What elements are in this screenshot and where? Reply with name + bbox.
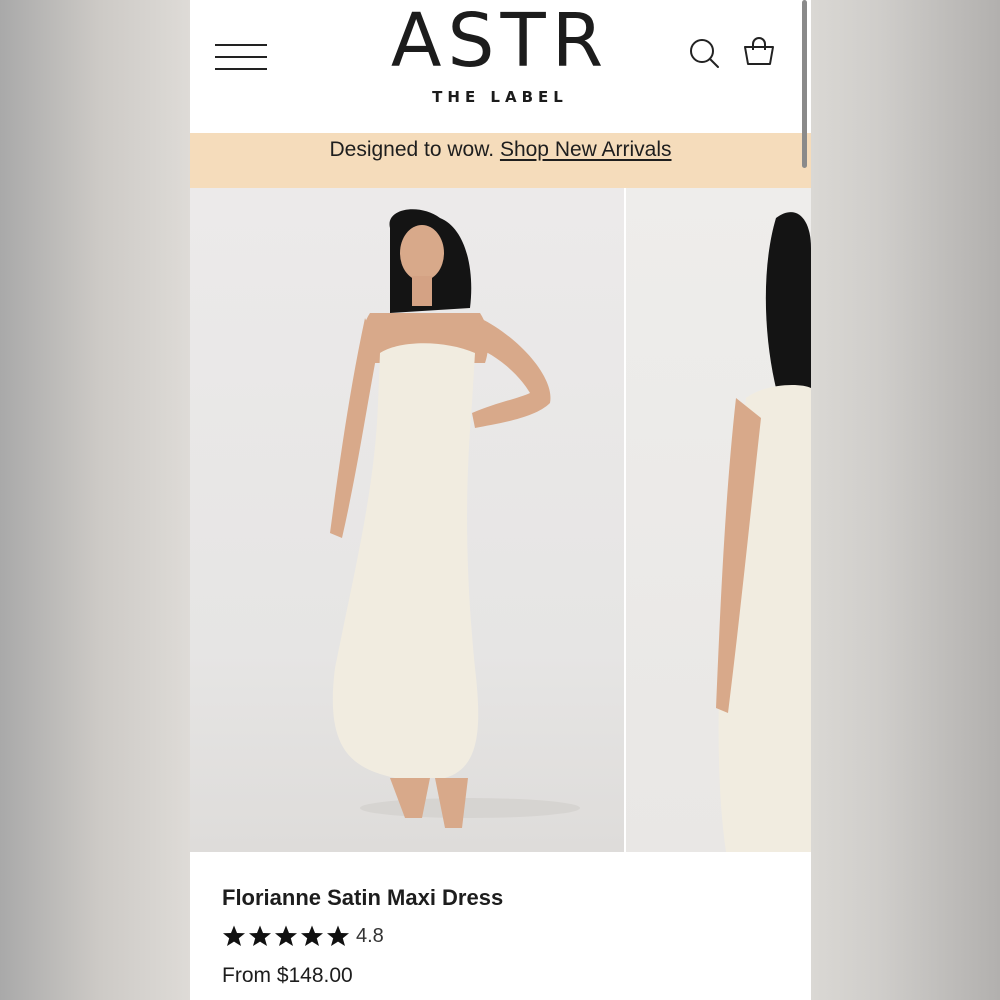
scrollbar[interactable] — [802, 0, 807, 168]
product-title[interactable]: Florianne Satin Maxi Dress — [222, 882, 782, 914]
star-icon — [249, 925, 271, 946]
product-image-side[interactable] — [626, 188, 811, 852]
menu-button[interactable] — [215, 40, 267, 74]
search-icon — [690, 39, 719, 68]
product-image-gallery[interactable] — [190, 188, 811, 852]
rating-stars — [222, 924, 350, 948]
model-photo-front — [330, 209, 580, 828]
star-icon — [327, 925, 349, 946]
shopping-bag-icon — [744, 37, 774, 65]
shop-new-arrivals-link[interactable]: Shop New Arrivals — [500, 138, 672, 161]
mobile-page: ASTR THE LABEL Designed to wow. Shop New… — [190, 0, 811, 1000]
menu-icon-line — [215, 56, 267, 58]
search-button[interactable] — [688, 36, 722, 70]
menu-icon-line — [215, 44, 267, 46]
logo-wordmark: ASTR — [390, 0, 610, 84]
product-info: Florianne Satin Maxi Dress 4.8 From $148… — [222, 882, 782, 988]
product-price: From $148.00 — [222, 964, 353, 987]
menu-icon-line — [215, 68, 267, 70]
product-rating[interactable]: 4.8 — [222, 922, 782, 950]
star-icon — [223, 925, 245, 946]
star-icon — [301, 925, 323, 946]
model-photo-side — [716, 212, 811, 852]
star-icon — [275, 925, 297, 946]
promo-banner: Designed to wow. Shop New Arrivals — [190, 133, 811, 188]
cart-button[interactable] — [742, 36, 776, 70]
rating-value: 4.8 — [356, 924, 384, 947]
product-image-front[interactable] — [190, 188, 624, 852]
logo-tagline: THE LABEL — [432, 88, 568, 106]
brand-logo[interactable]: ASTR THE LABEL — [340, 0, 660, 106]
site-header: ASTR THE LABEL — [190, 0, 811, 133]
promo-text: Designed to wow. — [329, 138, 495, 161]
